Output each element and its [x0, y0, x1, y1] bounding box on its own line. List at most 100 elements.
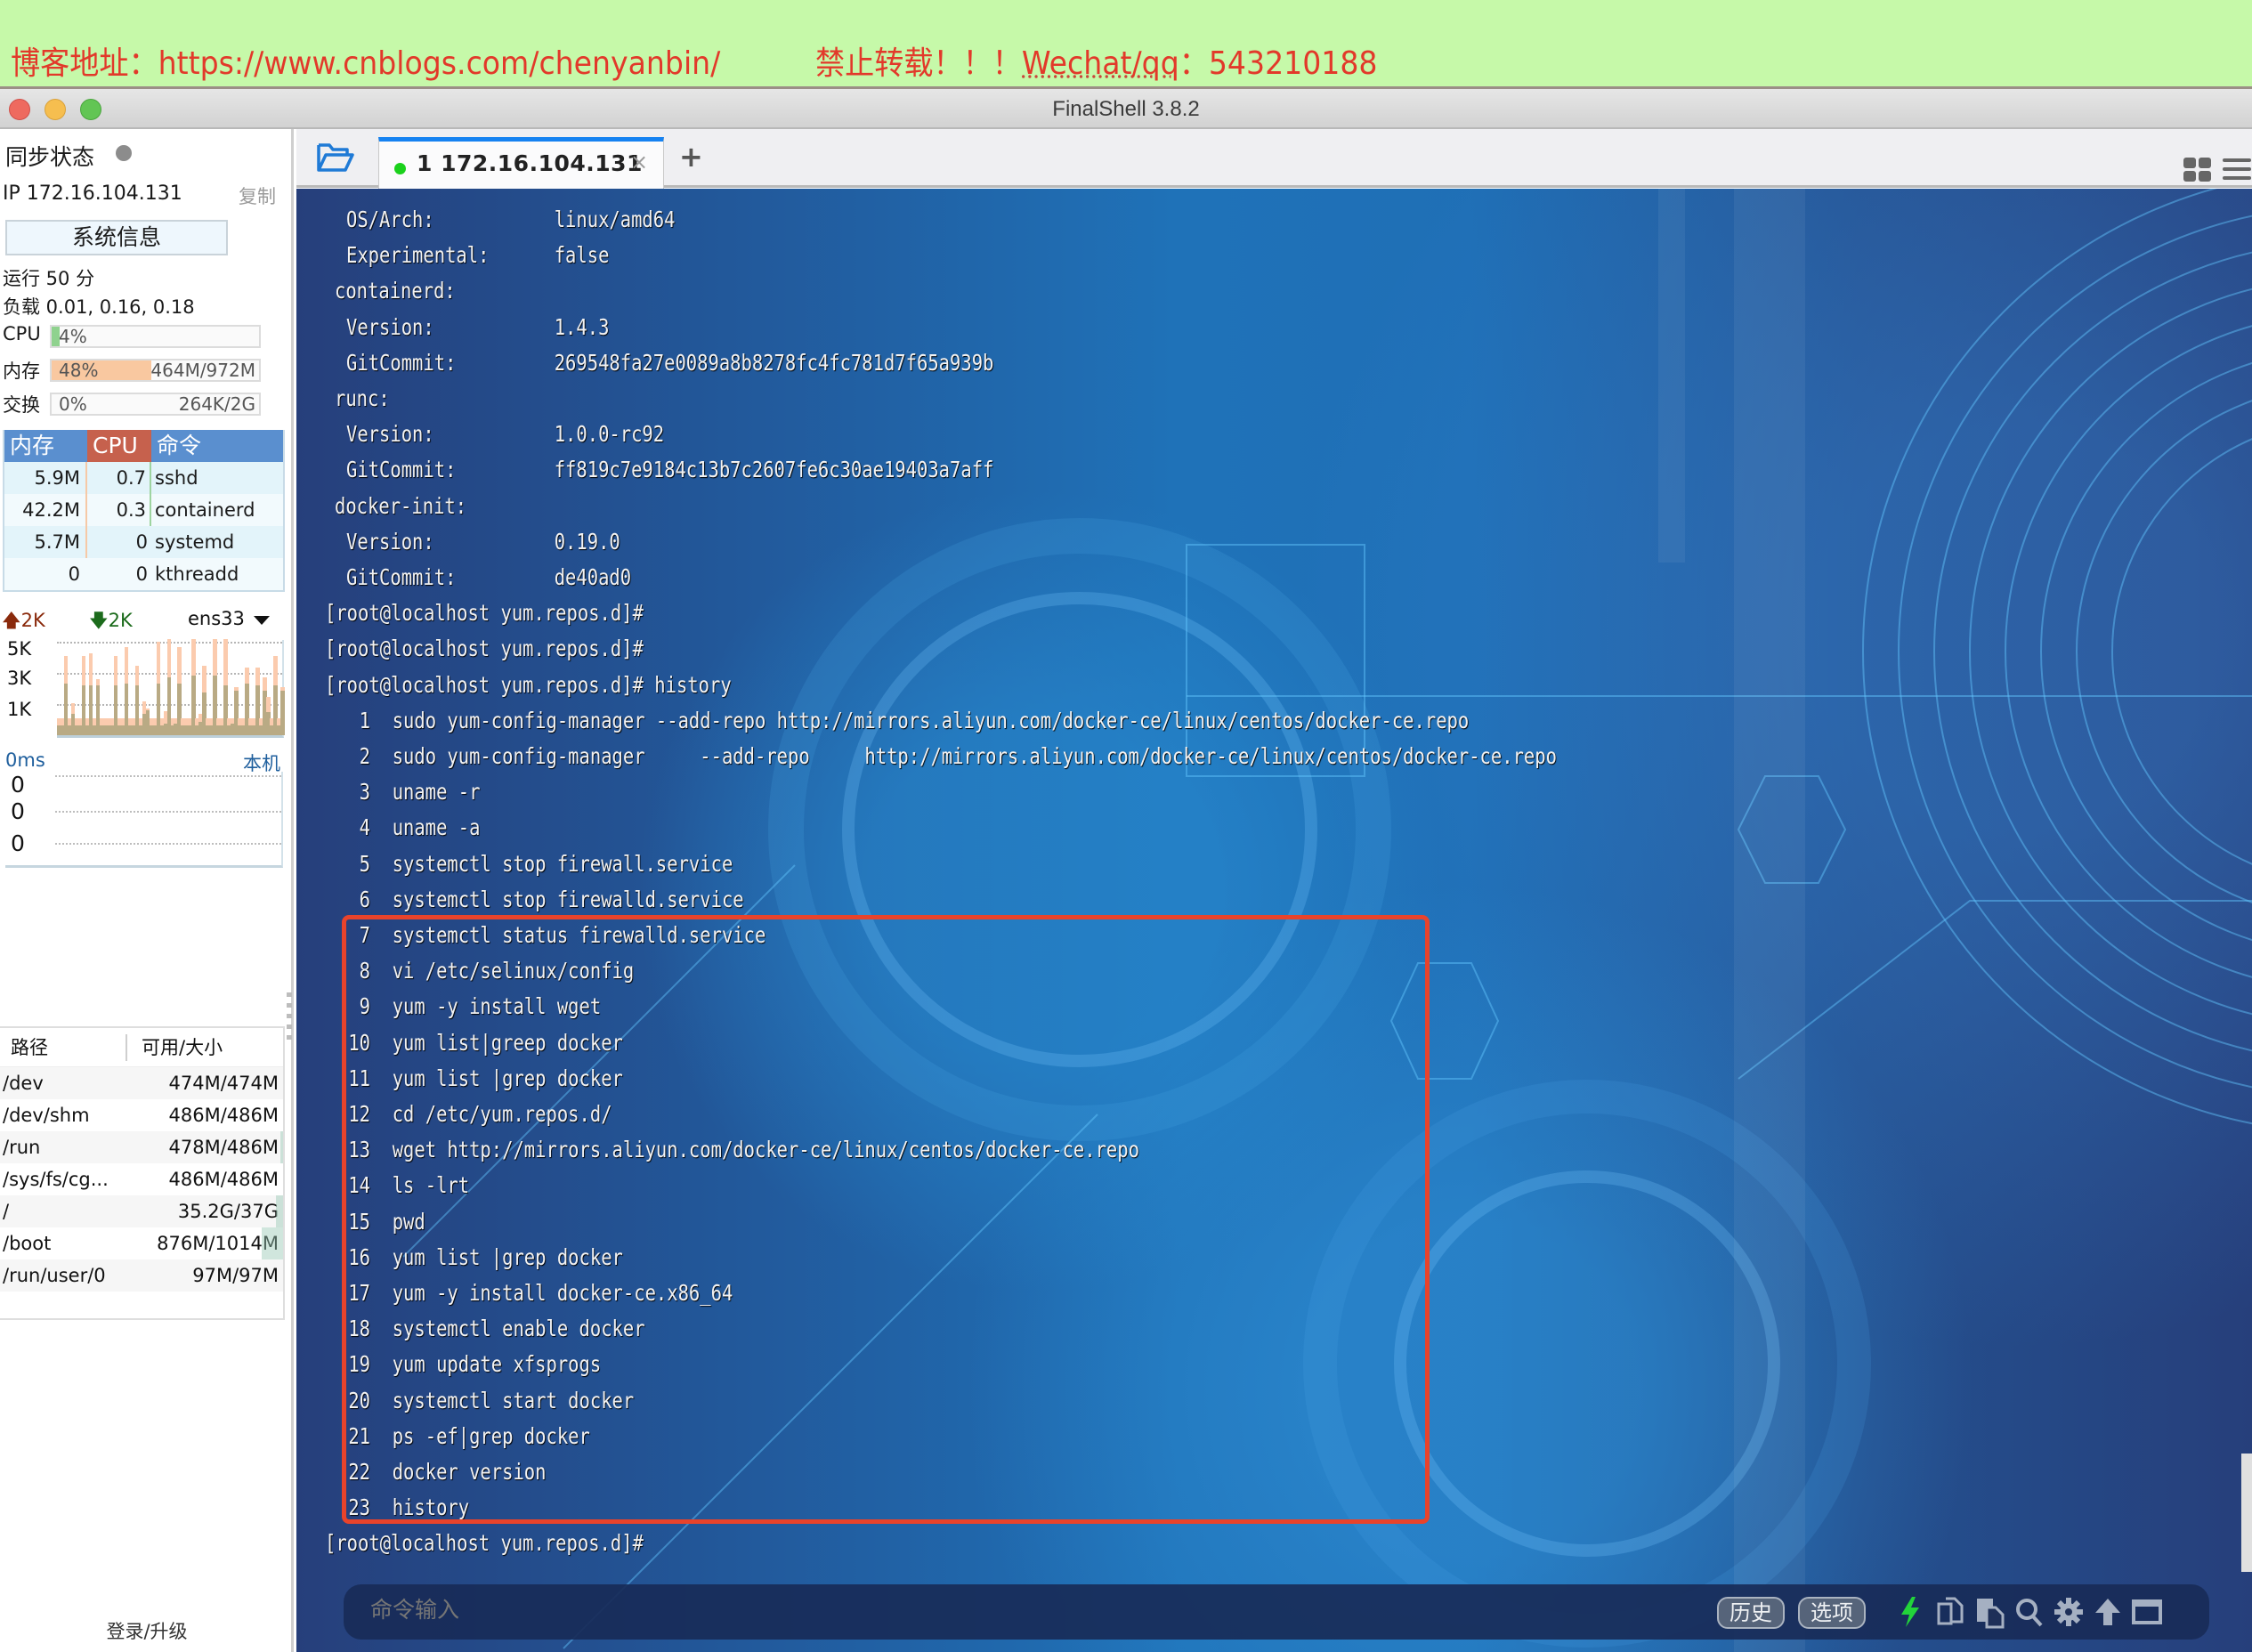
disk-size: 478M/486M [134, 1131, 283, 1163]
history-command: uname -a [370, 814, 481, 841]
watermark-banner: 博客地址：https://www.cnblogs.com/chenyanbin/… [0, 0, 2252, 89]
sync-status-label: 同步状态 [5, 144, 95, 170]
notice-prefix: 禁止转载！！！ [815, 45, 1022, 82]
path-header[interactable]: 路径 [0, 1034, 127, 1061]
disk-row[interactable]: /sys/fs/cg... 486M/486M [0, 1163, 283, 1195]
disk-row[interactable]: /dev/shm 486M/486M [0, 1099, 283, 1131]
history-number: 4 [359, 814, 371, 841]
swap-percent: 0% [59, 393, 87, 415]
disk-table: 路径 可用/大小 /dev 474M/474M /dev/shm 486M/486M… [0, 1026, 285, 1320]
net-y-label: 5K [7, 638, 32, 660]
search-icon[interactable] [2013, 1595, 2045, 1629]
process-memory: 0 [68, 563, 80, 585]
ping-latency: 0ms [5, 749, 45, 771]
disk-size: 97M/97M [192, 1265, 279, 1286]
process-cpu: 0 [135, 563, 148, 585]
output-key: GitCommit: [346, 457, 457, 483]
process-row[interactable]: 0 0 kthreadd [4, 558, 283, 590]
grid-layout-icon[interactable] [2183, 158, 2212, 182]
upload-rate-value: 2K [20, 610, 45, 631]
memory-meter: 48% 464M/972M [50, 359, 261, 382]
network-traffic-chart [57, 639, 285, 738]
process-memory: 5.9M [4, 462, 87, 494]
disk-rows: /dev 474M/474M /dev/shm 486M/486M /run 478M… [0, 1067, 283, 1292]
history-button[interactable]: 历史 [1717, 1597, 1785, 1629]
disk-usage-bar [279, 1131, 283, 1163]
arrow-down-icon: 🡇 [89, 610, 109, 631]
gear-icon[interactable] [2053, 1595, 2085, 1629]
disk-path: /dev/shm [3, 1105, 90, 1126]
download-rate-value: 2K [108, 610, 133, 631]
paste-icon[interactable] [1974, 1595, 2006, 1629]
process-row[interactable]: 5.9M 0.7 sshd [4, 462, 283, 494]
tab-label: 1 172.16.104.131 [417, 150, 643, 176]
window-icon[interactable] [2131, 1595, 2163, 1629]
history-number: 6 [359, 886, 371, 912]
process-row[interactable]: 42.2M 0.3 containerd [4, 494, 283, 526]
size-header[interactable]: 可用/大小 [127, 1028, 283, 1066]
process-row[interactable]: 5.7M 0 systemd [4, 526, 283, 558]
close-icon[interactable]: × [630, 150, 648, 174]
copyright-notice: 禁止转载！！！Wechat/qq：543210188 [815, 37, 1378, 84]
terminal-line: [root@localhost yum.repos.d]# history [325, 672, 732, 698]
download-rate: 🡇2K [89, 608, 133, 639]
history-number: 1 [359, 707, 371, 733]
window-title: FinalShell 3.8.2 [1052, 97, 1200, 121]
sync-status-indicator [116, 145, 132, 161]
output-value: false [554, 242, 610, 269]
lightning-icon[interactable] [1894, 1595, 1926, 1629]
command-header[interactable]: 命令 [151, 430, 283, 462]
command-input[interactable] [370, 1597, 1705, 1623]
menu-icon[interactable] [2223, 158, 2251, 181]
disk-row[interactable]: /run/user/0 97M/97M [0, 1259, 283, 1292]
disk-size: 35.2G/37G [134, 1195, 283, 1227]
terminal-scrollbar-thumb[interactable] [2241, 1454, 2252, 1572]
terminal-line: Experimental: false [346, 242, 609, 269]
panel-resize-handle[interactable] [287, 992, 292, 1046]
output-key: Version: [346, 528, 434, 555]
tab-session-1[interactable]: 1 172.16.104.131 × [378, 137, 664, 190]
terminal-line: GitCommit: 269548fa27e0089a8b8278fc4fc781… [346, 350, 993, 376]
login-upgrade-link[interactable]: 登录/升级 [0, 1617, 294, 1644]
ping-grid-line [55, 775, 281, 777]
output-value: linux/amd64 [554, 206, 676, 232]
disk-row[interactable]: / 35.2G/37G [0, 1195, 283, 1227]
blog-address-text: 博客地址：https://www.cnblogs.com/chenyanbin/ [11, 45, 721, 82]
terminal-line: containerd: [335, 278, 456, 304]
disk-path: /boot [3, 1233, 52, 1254]
disk-row[interactable]: /dev 474M/474M [0, 1067, 283, 1099]
chevron-down-icon[interactable] [254, 616, 270, 625]
terminal-pane[interactable]: OS/Arch: linux/amd64 Experimental: false con… [296, 189, 2252, 1652]
terminal-line: Version: 1.0.0-rc92 [346, 421, 664, 447]
folder-open-icon[interactable] [316, 142, 355, 174]
sort-by-cpu-header[interactable]: CPU [87, 430, 151, 462]
sort-by-memory-header[interactable]: 内存 [4, 430, 87, 462]
output-key: containerd: [335, 278, 456, 304]
highlight-annotation-box [342, 915, 1430, 1524]
disk-row[interactable]: /run 478M/486M [0, 1131, 283, 1163]
sidebar: 同步状态 IP 172.16.104.131 复制 系统信息 运行 50 分 负… [0, 129, 294, 1652]
disk-path: /sys/fs/cg... [3, 1169, 109, 1190]
process-memory: 42.2M [4, 494, 87, 526]
terminal-line: runc: [335, 385, 390, 411]
terminal-line: Version: 1.4.3 [346, 314, 609, 340]
terminal-line: [root@localhost yum.repos.d]# [325, 636, 644, 661]
shell-prompt: [root@localhost yum.repos.d]# [325, 1530, 644, 1557]
process-cpu: 0.3 [87, 494, 151, 526]
system-info-button[interactable]: 系统信息 [5, 220, 228, 255]
disk-row[interactable]: /boot 876M/1014M [0, 1227, 283, 1259]
server-ip: IP 172.16.104.131 [3, 182, 182, 205]
copy-icon[interactable] [1935, 1595, 1967, 1629]
ping-y-label: 0 [11, 830, 25, 856]
output-key: Experimental: [346, 242, 490, 269]
network-interface-select[interactable]: ens33 [188, 608, 245, 629]
shell-prompt: [root@localhost yum.repos.d]# [325, 600, 644, 627]
memory-percent: 48% [59, 360, 99, 381]
options-button[interactable]: 选项 [1798, 1597, 1866, 1629]
history-command: systemctl stop firewalld.service [370, 886, 744, 912]
upload-arrow-icon[interactable] [2092, 1595, 2124, 1629]
add-tab-button[interactable]: + [679, 140, 703, 174]
output-key: docker-init: [335, 492, 467, 519]
copy-ip-link[interactable]: 复制 [239, 182, 276, 209]
disk-table-header: 路径 可用/大小 [0, 1028, 283, 1067]
